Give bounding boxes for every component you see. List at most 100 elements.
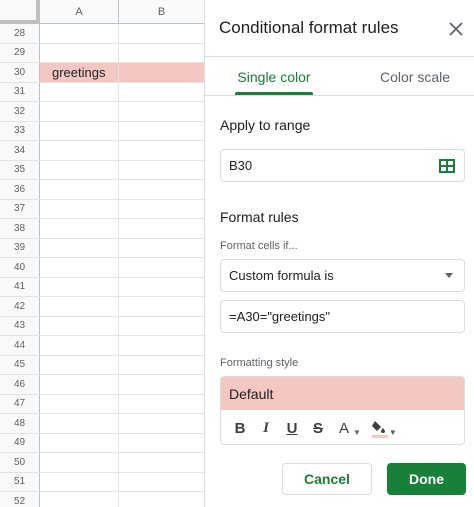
row-number[interactable]: 38 xyxy=(0,219,40,238)
row-number[interactable]: 36 xyxy=(0,180,40,199)
cell-b[interactable] xyxy=(119,102,205,121)
text-color-button[interactable]: A xyxy=(331,415,357,441)
cell-b[interactable] xyxy=(119,160,205,179)
cell-b[interactable] xyxy=(119,394,205,413)
row-number[interactable]: 48 xyxy=(0,414,40,433)
cell-b[interactable] xyxy=(119,238,205,257)
row-number[interactable]: 31 xyxy=(0,82,40,101)
row-number[interactable]: 35 xyxy=(0,160,40,179)
bold-button[interactable]: B xyxy=(227,415,253,441)
cell-a[interactable] xyxy=(40,433,119,452)
row-number[interactable]: 37 xyxy=(0,199,40,218)
cell-b[interactable] xyxy=(119,375,205,394)
table-row: 46 xyxy=(0,375,205,395)
row-number[interactable]: 30 xyxy=(0,63,40,82)
row-number[interactable]: 39 xyxy=(0,238,40,257)
style-preview[interactable]: Default xyxy=(221,377,464,410)
row-number[interactable]: 29 xyxy=(0,43,40,62)
cell-a[interactable] xyxy=(40,492,119,507)
cell-a[interactable] xyxy=(40,141,119,160)
style-toolbar: B I U S A ▼ ▼ xyxy=(221,411,464,444)
cell-b[interactable] xyxy=(119,258,205,277)
cell-a[interactable] xyxy=(40,277,119,296)
cell-b[interactable] xyxy=(119,297,205,316)
cancel-button[interactable]: Cancel xyxy=(282,463,372,495)
cell-a[interactable] xyxy=(40,24,119,43)
cell-b[interactable] xyxy=(119,199,205,218)
row-number[interactable]: 33 xyxy=(0,121,40,140)
formula-input[interactable]: =A30="greetings" xyxy=(220,300,465,333)
table-row: 31 xyxy=(0,82,205,102)
cell-a[interactable] xyxy=(40,121,119,140)
tab-single-color[interactable]: Single color xyxy=(219,57,329,97)
row-number[interactable]: 40 xyxy=(0,258,40,277)
cell-a[interactable] xyxy=(40,43,119,62)
row-number[interactable]: 34 xyxy=(0,141,40,160)
cell-a[interactable] xyxy=(40,102,119,121)
cell-a[interactable] xyxy=(40,82,119,101)
close-icon[interactable] xyxy=(445,18,467,40)
cell-b[interactable] xyxy=(119,82,205,101)
cell-a[interactable] xyxy=(40,375,119,394)
row-number[interactable]: 49 xyxy=(0,433,40,452)
grid-rows: 28 29 30 greetings 31 32 33 34 35 36 37 38 39 40 41 42 4… xyxy=(0,24,205,507)
cell-b[interactable] xyxy=(119,277,205,296)
row-number[interactable]: 47 xyxy=(0,394,40,413)
cell-b[interactable] xyxy=(119,121,205,140)
cell-a[interactable] xyxy=(40,316,119,335)
row-number[interactable]: 45 xyxy=(0,355,40,374)
select-all-corner[interactable] xyxy=(0,0,40,24)
cell-b[interactable] xyxy=(119,433,205,452)
cell-b[interactable] xyxy=(119,453,205,472)
cell-b[interactable] xyxy=(119,336,205,355)
column-header-a[interactable]: A xyxy=(40,0,119,24)
row-number[interactable]: 42 xyxy=(0,297,40,316)
cell-b[interactable] xyxy=(119,414,205,433)
range-input[interactable]: B30 xyxy=(220,149,465,182)
cell-a[interactable] xyxy=(40,199,119,218)
cell-a[interactable] xyxy=(40,472,119,491)
cell-a[interactable] xyxy=(40,355,119,374)
row-number[interactable]: 51 xyxy=(0,472,40,491)
paint-bucket-icon[interactable] xyxy=(367,415,393,441)
cell-b[interactable] xyxy=(119,180,205,199)
cell-a[interactable] xyxy=(40,180,119,199)
cell-a[interactable] xyxy=(40,297,119,316)
tab-color-scale[interactable]: Color scale xyxy=(365,57,465,97)
row-number[interactable]: 32 xyxy=(0,102,40,121)
row-number[interactable]: 28 xyxy=(0,24,40,43)
strikethrough-button[interactable]: S xyxy=(305,415,331,441)
select-range-icon[interactable] xyxy=(439,158,455,174)
cell-b[interactable] xyxy=(119,492,205,507)
cell-b[interactable] xyxy=(119,63,205,82)
cell-a[interactable] xyxy=(40,414,119,433)
cell-b[interactable] xyxy=(119,472,205,491)
cell-b[interactable] xyxy=(119,24,205,43)
cell-b[interactable] xyxy=(119,316,205,335)
italic-button[interactable]: I xyxy=(253,415,279,441)
table-row: 41 xyxy=(0,277,205,297)
cell-b[interactable] xyxy=(119,141,205,160)
cell-b[interactable] xyxy=(119,43,205,62)
cell-b[interactable] xyxy=(119,355,205,374)
apply-to-range-label: Apply to range xyxy=(220,117,311,133)
cell-a[interactable] xyxy=(40,336,119,355)
cell-a[interactable] xyxy=(40,238,119,257)
row-number[interactable]: 44 xyxy=(0,336,40,355)
row-number[interactable]: 50 xyxy=(0,453,40,472)
cell-a[interactable] xyxy=(40,453,119,472)
cell-a[interactable] xyxy=(40,219,119,238)
condition-dropdown[interactable]: Custom formula is xyxy=(220,259,465,292)
row-number[interactable]: 46 xyxy=(0,375,40,394)
row-number[interactable]: 43 xyxy=(0,316,40,335)
underline-button[interactable]: U xyxy=(279,415,305,441)
cell-a[interactable] xyxy=(40,160,119,179)
cell-a[interactable]: greetings xyxy=(40,63,119,82)
cell-a[interactable] xyxy=(40,394,119,413)
row-number[interactable]: 41 xyxy=(0,277,40,296)
done-button[interactable]: Done xyxy=(387,463,466,495)
cell-b[interactable] xyxy=(119,219,205,238)
row-number[interactable]: 52 xyxy=(0,492,40,507)
cell-a[interactable] xyxy=(40,258,119,277)
column-header-b[interactable]: B xyxy=(119,0,205,24)
